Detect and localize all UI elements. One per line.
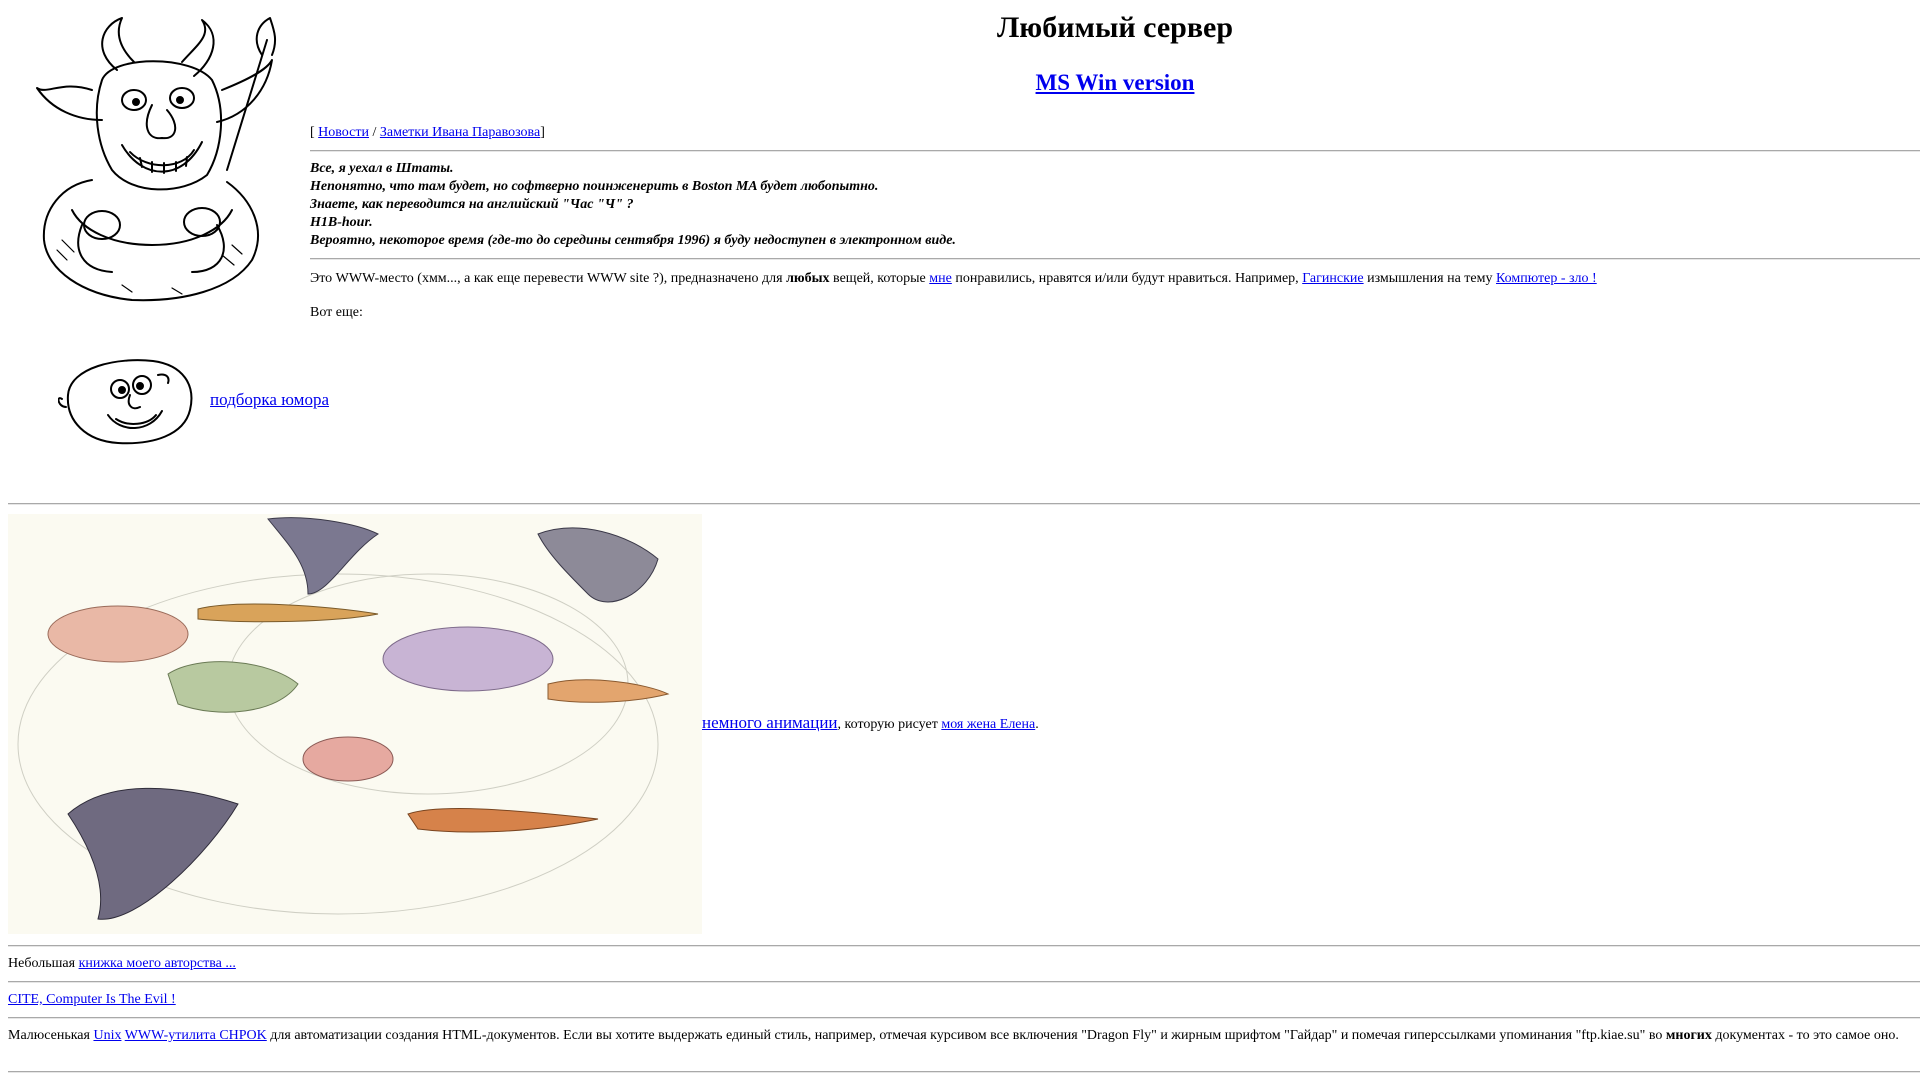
utility-prefix: Малюсенькая (8, 1028, 94, 1043)
animation-link[interactable]: немного анимации (702, 713, 838, 732)
divider (8, 1071, 1920, 1073)
divider (310, 150, 1920, 152)
intro-text: вещей, которые (829, 271, 930, 286)
humor-face-illustration[interactable] (58, 355, 198, 447)
animation-illustration[interactable] (8, 514, 702, 934)
divider (8, 981, 1920, 983)
notice-line: Вероятно, некоторое время (где-то до сер… (310, 233, 956, 248)
nav-separator: / (368, 125, 380, 140)
notice-line: Знаете, как переводится на английский "Ч… (310, 197, 634, 212)
me-link[interactable]: мне (929, 271, 952, 286)
intro-text: измышления на тему (1363, 271, 1497, 286)
utility-text: документах - то это самое оно. (1711, 1028, 1899, 1043)
book-link[interactable]: книжка моего авторства ... (79, 956, 236, 971)
notice-line: Все, я уехал в Штаты. (310, 161, 454, 176)
page-title: Любимый сервер (996, 11, 1234, 44)
unix-link[interactable]: Unix (93, 1028, 121, 1043)
header-column: Любимый сервер MS Win version [ Новости … (310, 0, 1920, 322)
notice-line: Непонятно, что там будет, но софтверно п… (310, 179, 879, 194)
book-row: Небольшая книжка моего авторства ... (8, 955, 236, 973)
utility-bold: многих (1665, 1028, 1712, 1043)
wife-elena-link[interactable]: моя жена Елена (941, 717, 1035, 732)
gagin-link[interactable]: Гагинские (1302, 271, 1363, 286)
utility-text: для автоматизации создания HTML-документ… (266, 1028, 1666, 1043)
cite-row: CITE, Computer Is The Evil ! (8, 991, 176, 1009)
animation-text-end: . (1035, 717, 1039, 732)
computer-evil-link[interactable]: Компютер - зло ! (1496, 271, 1597, 286)
mswin-version-link[interactable]: MS Win version (1036, 70, 1195, 95)
divider (8, 1017, 1920, 1019)
nav-notes-link[interactable]: Заметки Ивана Паравозова (380, 125, 540, 140)
notice-line: H1B-hour. (310, 215, 373, 230)
more-label: Вот еще: (310, 305, 363, 320)
chpok-utility-link[interactable]: WWW-утилита CHPOK (125, 1028, 267, 1043)
nav-news-link[interactable]: Новости (318, 125, 369, 140)
notice-block: Все, я уехал в Штаты. Непонятно, что там… (310, 160, 1920, 250)
divider (310, 258, 1920, 260)
animation-caption: немного анимации, которую рисует моя жен… (702, 713, 1039, 733)
animation-text: , которую рисует (837, 717, 942, 732)
nav-open-bracket: [ (310, 125, 319, 140)
nav-close-bracket: ] (540, 125, 545, 140)
humor-collection-link[interactable]: подборка юмора (210, 390, 329, 410)
intro-text: Это WWW-место (хмм..., а как еще перевес… (310, 271, 787, 286)
intro-text: понравились, нравятся и/или будут нравит… (951, 271, 1303, 286)
divider (8, 503, 1920, 505)
book-prefix: Небольшая (8, 956, 79, 971)
utility-row: Малюсенькая Unix WWW-утилита CHPOK для а… (8, 1027, 1920, 1045)
divider (8, 945, 1920, 947)
intro-paragraph: Это WWW-место (хмм..., а как еще перевес… (310, 270, 1920, 288)
intro-bold: любых (786, 271, 830, 286)
mswin-link-container: MS Win version (310, 70, 1920, 98)
devil-illustration (36, 17, 277, 302)
nav-bar: [ Новости / Заметки Ивана Паравозова] (310, 124, 1920, 142)
cite-link[interactable]: CITE, Computer Is The Evil ! (8, 992, 176, 1007)
